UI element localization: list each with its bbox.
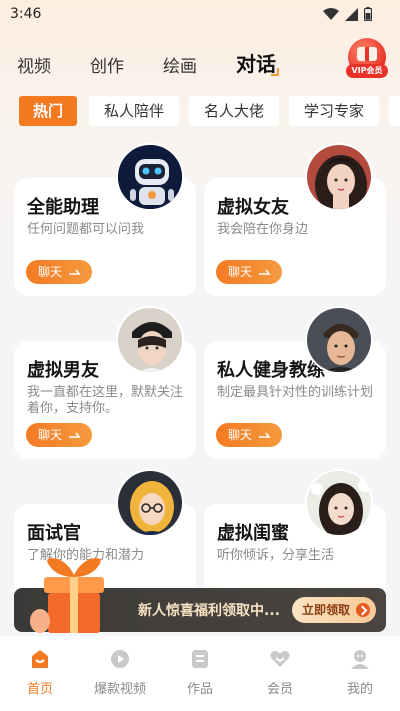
card-title: 虚拟男友 — [27, 360, 99, 381]
card-desc: 任何问题都可以问我 — [27, 222, 145, 237]
chip-companion[interactable]: 私人陪伴 — [89, 96, 179, 126]
card-desc: 听你倾诉，分享生活 — [217, 548, 335, 563]
top-tabs: 视频 创作 绘画 对话 — [0, 46, 400, 80]
card-title: 虚拟闺蜜 — [217, 523, 289, 544]
play-icon — [111, 650, 129, 668]
card-desc: 我一直都在这里，默默关注着你，支持你。 — [27, 385, 184, 416]
card-desc: 制定最具针对性的训练计划 — [217, 385, 374, 400]
arrow-right-icon — [69, 269, 81, 275]
nav-label: 作品 — [186, 682, 213, 697]
arrow-right-icon — [259, 269, 271, 275]
chat-button[interactable]: 聊天 — [216, 423, 282, 447]
chat-button-label: 聊天 — [38, 428, 63, 442]
card-desc: 我会陪在你身边 — [217, 222, 309, 237]
chat-button-label: 聊天 — [38, 265, 63, 279]
tab-drawing[interactable]: 绘画 — [163, 52, 197, 77]
chip-more[interactable] — [389, 96, 400, 126]
arrow-circle-icon — [356, 603, 370, 617]
bestie-avatar — [305, 469, 373, 537]
arrow-right-icon — [259, 432, 271, 438]
nav-label: 会员 — [266, 682, 293, 697]
heart-icon — [270, 650, 290, 667]
nav-home[interactable]: 首页 — [0, 636, 80, 711]
status-time: 3:46 — [10, 6, 42, 22]
card-title: 全能助理 — [27, 197, 99, 218]
nav-label: 爆款视频 — [93, 682, 146, 697]
category-chips: 热门 私人陪伴 名人大佬 学习专家 — [0, 96, 400, 126]
tab-video[interactable]: 视频 — [17, 52, 51, 77]
vip-button[interactable]: VIP会员 — [346, 38, 388, 80]
tab-create[interactable]: 创作 — [90, 52, 124, 77]
girl-avatar — [305, 143, 373, 211]
boy-avatar — [116, 306, 184, 374]
chat-button[interactable]: 聊天 — [216, 260, 282, 284]
claim-button-label: 立即领取 — [302, 603, 351, 617]
active-tab-indicator — [271, 68, 279, 76]
chat-button-label: 聊天 — [228, 428, 253, 442]
tab-dialogue[interactable]: 对话 — [236, 48, 276, 77]
vip-label: VIP会员 — [346, 64, 388, 78]
robot-avatar — [116, 143, 184, 211]
nav-membership[interactable]: 会员 — [240, 636, 320, 711]
nav-label: 我的 — [346, 682, 373, 697]
works-icon — [192, 650, 208, 668]
nav-profile[interactable]: 我的 — [320, 636, 400, 711]
chip-hot[interactable]: 热门 — [19, 96, 77, 126]
card-title: 私人健身教练 — [217, 360, 325, 381]
profile-icon — [351, 650, 369, 669]
chip-celebrity[interactable]: 名人大佬 — [189, 96, 279, 126]
gift-icon — [357, 47, 377, 61]
gift-box-icon — [30, 558, 104, 633]
nav-works[interactable]: 作品 — [160, 636, 240, 711]
chat-button-label: 聊天 — [228, 265, 253, 279]
nav-label: 首页 — [26, 682, 53, 697]
chat-button[interactable]: 聊天 — [26, 423, 92, 447]
arrow-right-icon — [69, 432, 81, 438]
chip-study-expert[interactable]: 学习专家 — [289, 96, 379, 126]
wifi-icon — [323, 7, 339, 20]
status-bar: 3:46 — [0, 0, 400, 30]
card-title: 虚拟女友 — [217, 197, 289, 218]
interviewer-avatar — [116, 469, 184, 537]
status-icons — [323, 7, 372, 21]
signal-icon — [345, 7, 358, 21]
claim-button[interactable]: 立即领取 — [292, 597, 376, 623]
battery-icon — [364, 7, 372, 21]
nav-hot-videos[interactable]: 爆款视频 — [80, 636, 160, 711]
trainer-avatar — [305, 306, 373, 374]
chat-button[interactable]: 聊天 — [26, 260, 92, 284]
bottom-nav: 首页 爆款视频 作品 会员 我的 — [0, 636, 400, 711]
card-title: 面试官 — [27, 523, 81, 544]
home-icon — [32, 650, 48, 668]
promo-text: 新人惊喜福利领取中... — [138, 603, 280, 619]
